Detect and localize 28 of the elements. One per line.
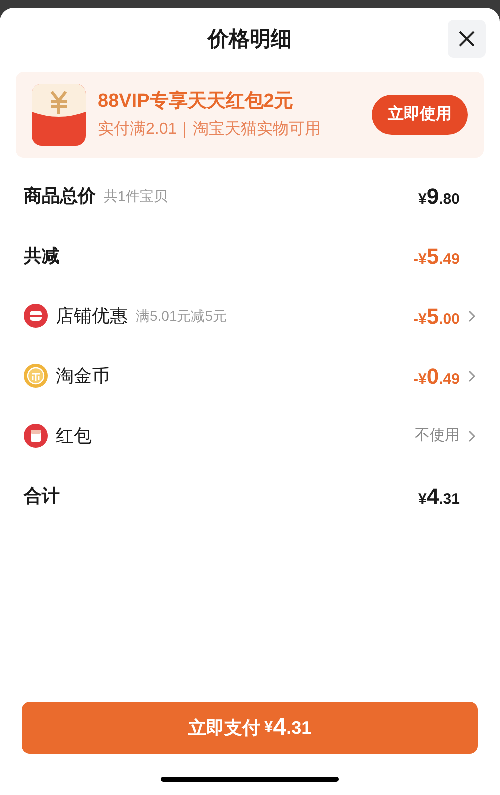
price: ¥9.80: [418, 182, 460, 210]
row-label: 淘金币: [56, 364, 110, 388]
chevron-right-icon: [468, 310, 476, 322]
chevron-right-icon: [468, 430, 476, 442]
row-note: 共1件宝贝: [104, 186, 168, 206]
row-note: 满5.01元减5元: [136, 306, 228, 326]
row-label: 商品总价: [24, 184, 96, 208]
coin-icon: [24, 364, 48, 388]
row-label: 共减: [24, 244, 60, 268]
chevron-right-icon: [468, 370, 476, 382]
shop-icon: [24, 304, 48, 328]
row-label: 合计: [24, 484, 60, 508]
close-button[interactable]: [448, 20, 486, 58]
use-now-button[interactable]: 立即使用: [372, 95, 468, 135]
row-label: 红包: [56, 424, 92, 448]
row-value: 不使用: [415, 426, 460, 446]
price: ¥4.31: [418, 482, 460, 510]
close-icon: [458, 30, 476, 48]
promo-detail: 实付满2.01｜淘宝天猫实物可用: [98, 120, 322, 140]
money-envelope-icon: [32, 84, 86, 146]
price: -¥5.00: [414, 302, 460, 330]
sheet-title: 价格明细: [208, 27, 292, 54]
price: -¥0.49: [414, 362, 460, 390]
promo-headline: 88VIP专享天天红包2元: [98, 90, 294, 114]
row-label: 店铺优惠: [56, 304, 128, 328]
price: -¥5.49: [414, 242, 460, 270]
envelope-icon: [24, 424, 48, 448]
pay-button[interactable]: 立即支付 ¥4.31: [22, 702, 478, 754]
